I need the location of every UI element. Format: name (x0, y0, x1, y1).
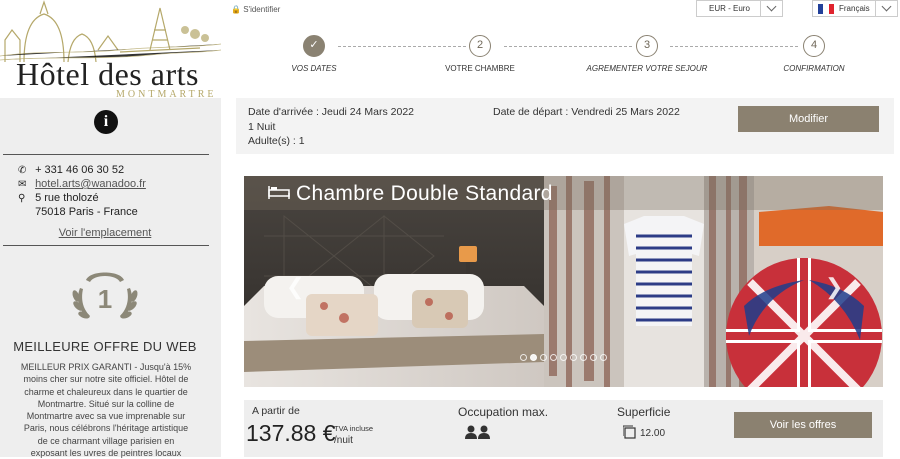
room-title-bar: Chambre Double Standard (244, 176, 883, 210)
room-price: 137.88 € (246, 420, 336, 446)
carousel-prev-icon[interactable]: ❮ (286, 274, 304, 300)
address-city-line: 75018 Paris - France (18, 206, 138, 218)
language-value: Français (839, 4, 870, 13)
best-offer-description: MEILLEUR PRIX GARANTI - Jusqu'à 15% moin… (20, 362, 192, 459)
hotel-logo[interactable]: Hôtel des arts MONTMARTRE (0, 0, 221, 100)
address-line: ⚲ 5 rue tholozé (18, 192, 99, 204)
carousel-dot[interactable] (570, 354, 577, 361)
phone-icon: ✆ (18, 165, 27, 176)
departure-date: Date de départ : Vendredi 25 Mars 2022 (493, 106, 680, 118)
carousel-dot[interactable] (550, 354, 557, 361)
step-2-circle: 2 (469, 35, 491, 57)
carousel-dot[interactable] (590, 354, 597, 361)
two-persons-icon (465, 425, 490, 439)
email-link[interactable]: hotel.arts@wanadoo.fr (35, 178, 146, 190)
step-3-circle: 3 (636, 35, 658, 57)
map-pin-icon: ⚲ (18, 193, 26, 204)
best-offer-title: MEILLEURE OFFRE DU WEB (13, 339, 197, 354)
carousel-dot[interactable] (560, 354, 567, 361)
login-link[interactable]: 🔒 S'identifier (231, 5, 280, 14)
lock-icon: 🔒 (231, 5, 241, 14)
currency-value: EUR - Euro (709, 4, 750, 13)
step-label-confirmation: CONFIRMATION (783, 64, 845, 73)
view-offers-button[interactable]: Voir les offres (734, 412, 872, 438)
language-select[interactable]: Français (812, 0, 898, 17)
room-photo-carousel[interactable]: Chambre Double Standard ❮ ❯ (244, 176, 883, 387)
view-location-link[interactable]: Voir l'emplacement (0, 227, 210, 239)
booking-summary: Date d'arrivée : Jeudi 24 Mars 2022 1 Nu… (236, 98, 894, 154)
logo-title: Hôtel des arts (16, 56, 199, 92)
step-label-dates[interactable]: VOS DATES (244, 64, 384, 73)
surface-area-icon (623, 425, 636, 439)
room-name: Chambre Double Standard (296, 182, 553, 205)
step-1-check-icon: ✓ (303, 35, 325, 57)
carousel-dot[interactable] (530, 354, 537, 361)
divider (3, 245, 209, 246)
sidebar: Hôtel des arts MONTMARTRE i ✆ + 331 46 0… (0, 0, 221, 459)
booking-steps: ✓ 2 3 4 VOS DATES VOTRE CHAMBRE AGREMENT… (240, 32, 900, 78)
phone-number: + 331 46 06 30 52 (35, 164, 125, 176)
per-night-label: /nuit (334, 435, 353, 446)
french-flag-icon (818, 4, 834, 14)
tva-label: TVA incluse (334, 424, 374, 433)
adults-count: Adulte(s) : 1 (248, 135, 305, 147)
bed-icon (268, 186, 290, 199)
carousel-dot[interactable] (520, 354, 527, 361)
carousel-dots[interactable] (520, 354, 607, 361)
surface-label: Superficie (617, 405, 671, 419)
hotel-info-panel: i ✆ + 331 46 06 30 52 ✉ hotel.arts@wanad… (0, 98, 221, 459)
carousel-dot[interactable] (600, 354, 607, 361)
chevron-down-icon (760, 1, 782, 16)
info-icon[interactable]: i (94, 110, 118, 134)
address-street: 5 rue tholozé (35, 192, 99, 204)
carousel-next-icon[interactable]: ❯ (825, 274, 843, 300)
montmartre-skyline-illustration (0, 0, 221, 62)
surface-value: 12.00 (640, 428, 666, 439)
room-price-bar: A partir de 137.88 € TVA incluse /nuit O… (244, 400, 883, 457)
price-from-label: A partir de (252, 405, 300, 417)
step-label-room: VOTRE CHAMBRE (445, 64, 515, 73)
laurel-award-icon: 1 (72, 272, 138, 319)
email-line: ✉ hotel.arts@wanadoo.fr (18, 178, 146, 190)
nights-count: 1 Nuit (248, 121, 276, 133)
step-4-circle: 4 (803, 35, 825, 57)
award-number: 1 (98, 284, 112, 314)
occupancy-label: Occupation max. (458, 405, 549, 419)
chevron-down-icon (875, 1, 897, 16)
divider (3, 154, 209, 155)
address-city: 75018 Paris - France (35, 206, 138, 218)
carousel-dot[interactable] (580, 354, 587, 361)
envelope-icon: ✉ (18, 179, 27, 190)
modify-button[interactable]: Modifier (738, 106, 879, 132)
login-label: S'identifier (243, 5, 281, 14)
step-label-extras: AGREMENTER VOTRE SEJOUR (586, 64, 708, 73)
phone-line: ✆ + 331 46 06 30 52 (18, 164, 124, 176)
arrival-date: Date d'arrivée : Jeudi 24 Mars 2022 (248, 106, 415, 118)
currency-select[interactable]: EUR - Euro (696, 0, 783, 17)
carousel-dot[interactable] (540, 354, 547, 361)
